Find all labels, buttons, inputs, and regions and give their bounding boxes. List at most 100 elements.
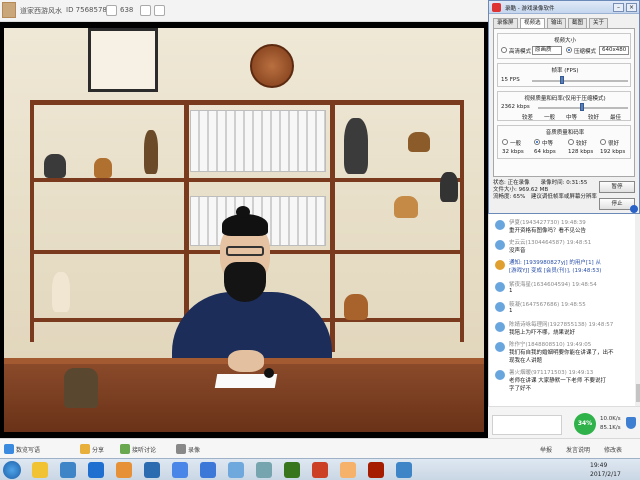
share-icon[interactable] xyxy=(80,444,90,454)
close-button[interactable]: × xyxy=(626,3,637,12)
chat-sender: 筱凝(1647567686) 19:48:55 xyxy=(509,302,586,308)
cloud-icon[interactable] xyxy=(60,462,76,478)
clock-time[interactable]: 19:49 xyxy=(590,462,607,469)
vase xyxy=(440,172,458,202)
video-size-group: 视频大小 高清模式 原画质 压缩模式 640x480 xyxy=(497,33,631,59)
people-icon xyxy=(106,5,117,16)
fps-slider-track[interactable] xyxy=(532,80,628,82)
online-count: 638 xyxy=(120,6,134,14)
quality-value: 2362 kbps xyxy=(501,104,530,110)
chat-scrollbar[interactable] xyxy=(635,214,640,406)
video-player[interactable] xyxy=(0,22,488,438)
chat-notice: 通知: [1939980827yj] 的用户[1] 从 [游戏YJ] 变成 [会… xyxy=(509,258,633,274)
compress-mode-radio[interactable] xyxy=(566,47,572,53)
chat-message: 陈婧诗咏每理网(1927855138) 19:48:57 我陪上为吓不哪，烧果说… xyxy=(509,320,633,336)
chat-message: 筱凝(1647567686) 19:48:55 1 xyxy=(509,300,633,314)
audio-option-radio[interactable] xyxy=(568,139,574,145)
chat-sender: 暑火烟暖(971171503) 19:49:13 xyxy=(509,370,594,376)
audio-option-radio[interactable] xyxy=(502,139,508,145)
toolbar-discuss-label[interactable]: 接听讨论 xyxy=(132,445,156,454)
notice-line: 通知: [1939980827yj] 的用户[1] 从 xyxy=(509,260,601,266)
toolbar-report-label[interactable]: 举报 xyxy=(540,445,552,454)
chat-message: 紫夜海星(1634604594) 19:48:54 1 xyxy=(509,280,633,294)
chat-scroll-thumb[interactable] xyxy=(636,384,640,402)
toolbar-share-label[interactable]: 分享 xyxy=(92,445,104,454)
speaker-glasses xyxy=(226,246,264,256)
clock-date[interactable]: 2017/2/17 xyxy=(590,471,621,478)
file-size-line: 文件大小: 969.62 MB xyxy=(493,187,549,193)
app-icon[interactable] xyxy=(200,462,216,478)
room-name: 道家西游风水 xyxy=(20,7,62,15)
speaker-topknot xyxy=(236,206,250,218)
chat-input[interactable] xyxy=(492,415,562,435)
resolution-select[interactable]: 640x480 xyxy=(599,46,629,55)
pause-button[interactable]: 暂停 xyxy=(599,181,635,193)
notice-line: [游戏YJ] 变成 [会员(刊)], (19:48:53) xyxy=(509,268,602,274)
decorative-plate xyxy=(250,44,294,88)
share-icon[interactable] xyxy=(154,5,165,16)
app-icon[interactable] xyxy=(256,462,272,478)
app-icon[interactable] xyxy=(312,462,328,478)
figurine xyxy=(408,132,430,152)
toolbar-record-label[interactable]: 录像 xyxy=(188,445,200,454)
room-id: ID 75685789 xyxy=(66,6,112,14)
fps-slider-thumb[interactable] xyxy=(560,76,564,84)
notice-icon xyxy=(495,260,505,270)
browser-icon[interactable] xyxy=(88,462,104,478)
speaker-hands xyxy=(228,350,264,372)
chat-message: 陈作宁(1848808510) 19:49:05 我们有自我的婚姻明要你能在讲课… xyxy=(509,340,633,364)
hd-quality-select[interactable]: 原画质 xyxy=(532,46,562,55)
recorder-dialog: 录酷 - 游戏录像软件 – × 录像屏 视频选 输出 截图 关于 视频大小 高清… xyxy=(488,0,640,214)
microphone xyxy=(264,368,274,378)
folder-icon[interactable] xyxy=(32,462,48,478)
incense-burner xyxy=(64,368,98,408)
media-icon[interactable] xyxy=(116,462,132,478)
app-icon[interactable] xyxy=(396,462,412,478)
screen: 道家西游风水 ID 75685789 638 录酷 - 游戏录像软件 – × 录… xyxy=(0,0,640,480)
chat-message: 伊夏(1943427730) 19:48:39 重开资格有图像吗？看不见公告 xyxy=(509,218,633,234)
app-icon[interactable] xyxy=(340,462,356,478)
quality-group: 视频质量和码率(仅用于压缩模式) 2362 kbps 较差 一般 中等 较好 最… xyxy=(497,91,631,121)
user-avatar-icon xyxy=(495,370,505,380)
audio-option-radio[interactable] xyxy=(534,139,540,145)
chat-messages[interactable]: 伊夏(1943427730) 19:48:39 重开资格有图像吗？看不见公告 史… xyxy=(489,214,635,406)
gift-icon[interactable] xyxy=(4,444,14,454)
audio-option-label: 很好 xyxy=(608,141,620,147)
vase xyxy=(94,158,112,178)
toolbar-speech-label[interactable]: 发言说明 xyxy=(566,445,590,454)
fluency-line: 流畅度: 65% 建议调低帧率或屏幕分辨率 xyxy=(493,194,597,200)
record-icon[interactable] xyxy=(176,444,186,454)
chat-app-icon[interactable] xyxy=(144,462,160,478)
start-button-icon[interactable] xyxy=(3,461,21,479)
toolbar-edit-label[interactable]: 修改表 xyxy=(604,445,622,454)
favorite-icon[interactable] xyxy=(140,5,151,16)
room-avatar[interactable] xyxy=(2,2,16,18)
user-avatar-icon xyxy=(495,220,505,230)
user-avatar-icon xyxy=(495,302,505,312)
quality-level-label: 较差 xyxy=(522,115,534,121)
toolbar-left-label[interactable]: 数览写语 xyxy=(16,445,40,454)
minimize-button[interactable]: – xyxy=(613,3,624,12)
quality-slider-thumb[interactable] xyxy=(580,103,584,111)
speed-meter[interactable]: 34% xyxy=(574,413,596,435)
vase xyxy=(44,154,66,178)
chat-panel: 伊夏(1943427730) 19:48:39 重开资格有图像吗？看不见公告 史… xyxy=(488,214,640,406)
chat-message: 史云云(1304464587) 19:48:51 没声音 xyxy=(509,238,633,254)
hd-mode-radio[interactable] xyxy=(501,47,507,53)
shelf-post xyxy=(460,102,464,342)
download-speed: 85.1K/s xyxy=(600,425,621,431)
app-icon[interactable] xyxy=(284,462,300,478)
app-icon[interactable] xyxy=(368,462,384,478)
bird-app-icon[interactable] xyxy=(228,462,244,478)
hd-mode-label: 高清模式 xyxy=(509,49,532,55)
audio-option-label: 一般 xyxy=(510,141,522,147)
app-icon[interactable] xyxy=(172,462,188,478)
audio-option-label: 中等 xyxy=(542,141,554,147)
discuss-icon[interactable] xyxy=(120,444,130,454)
video-frame xyxy=(4,28,484,432)
audio-option-radio[interactable] xyxy=(600,139,606,145)
chat-sender: 陈作宁(1848808510) 19:49:05 xyxy=(509,342,592,348)
user-avatar-icon xyxy=(495,342,505,352)
security-shield-icon[interactable] xyxy=(626,417,636,429)
shelf-top xyxy=(30,100,464,105)
